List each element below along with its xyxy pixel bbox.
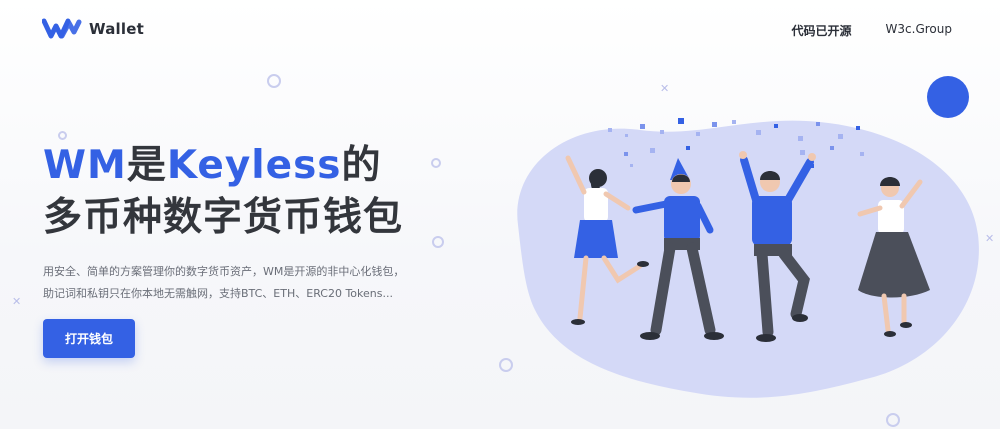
decor-ring (267, 74, 281, 88)
decor-ring (58, 131, 67, 140)
hero-accent-wm: WM (43, 143, 127, 188)
hero-title: WM是Keyless的 多币种数字货币钱包 (43, 140, 403, 244)
brand-logo[interactable]: Wallet (42, 18, 144, 40)
hero-title-line2: 多币种数字货币钱包 (43, 195, 404, 240)
top-nav: 代码已开源 W3c.Group (792, 22, 952, 39)
wm-logo-icon (42, 18, 82, 39)
hero-description: 用安全、简单的方案管理你的数字货币资产，WM是开源的非中心化钱包， 助记词和私钥… (43, 261, 443, 305)
landing-page: Wallet 代码已开源 W3c.Group ✕ ✕ ✕ WM是Keyless的… (0, 0, 1000, 429)
nav-open-source[interactable]: 代码已开源 (792, 22, 852, 39)
brand-name: Wallet (89, 20, 144, 38)
celebrating-people-illustration (517, 76, 979, 398)
hero-desc-line1: 用安全、简单的方案管理你的数字货币资产，WM是开源的非中心化钱包， (43, 265, 405, 278)
hero-title-tail: 的 (341, 143, 382, 188)
hero-desc-line2: 助记词和私钥只在你本地无需触网，支持BTC、ETH、ERC20 Tokens..… (43, 287, 393, 300)
open-wallet-button[interactable]: 打开钱包 (43, 319, 135, 358)
nav-w3c-group[interactable]: W3c.Group (886, 22, 952, 39)
hero-accent-keyless: Keyless (166, 143, 342, 188)
decor-cross-icon: ✕ (12, 295, 22, 308)
decor-ring (432, 236, 444, 248)
hero-title-plain: 是 (126, 143, 167, 188)
site-header: Wallet 代码已开源 W3c.Group (0, 0, 1000, 62)
decor-ring (431, 158, 441, 168)
hero-title-line1: WM是Keyless的 (43, 140, 403, 192)
